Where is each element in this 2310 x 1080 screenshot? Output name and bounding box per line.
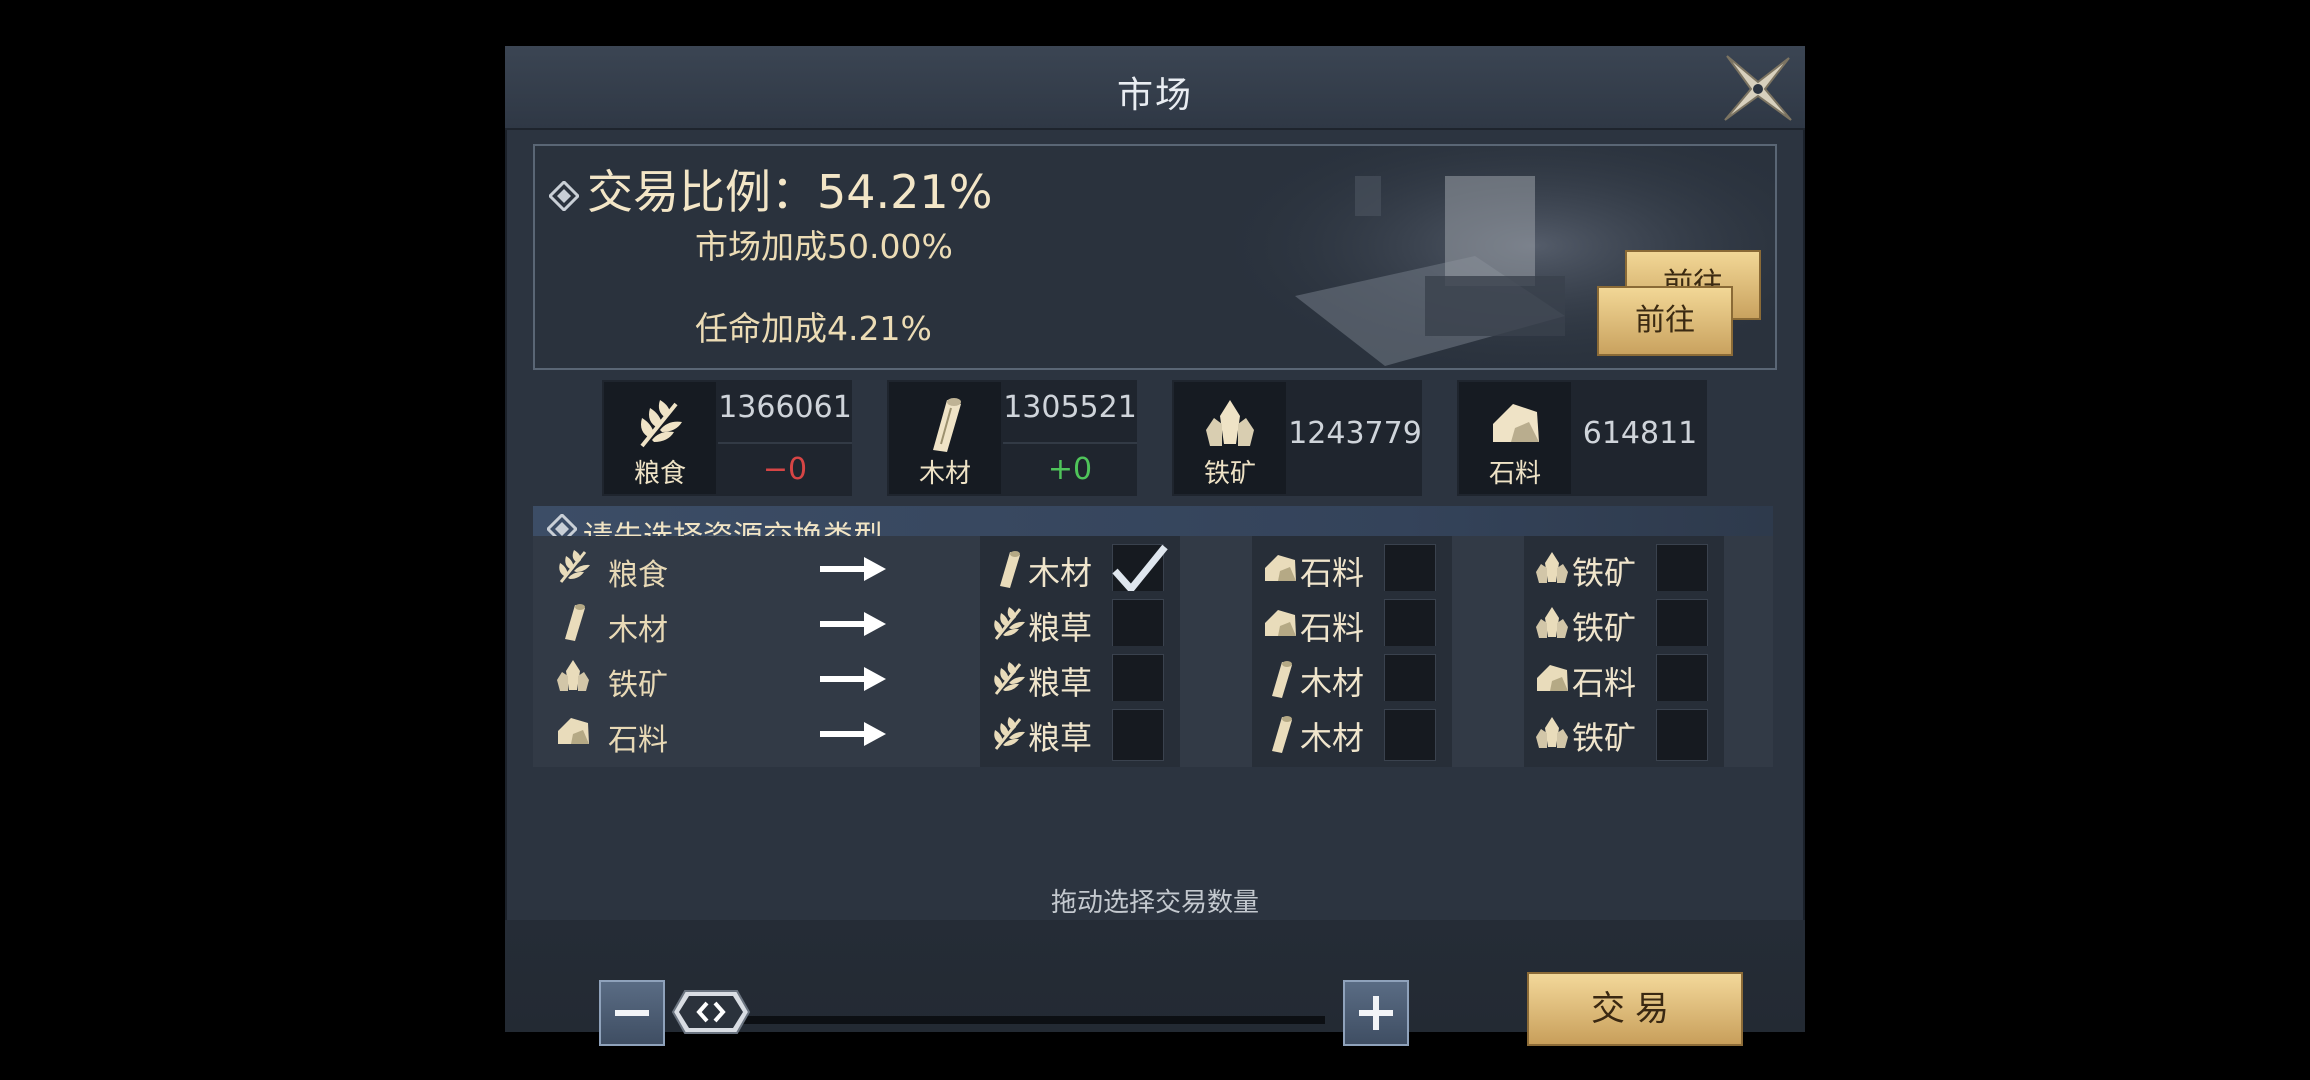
window-title: 市场 [1116,75,1193,116]
option-checkbox[interactable] [1656,654,1708,706]
trade-ratio: 交易比例：54.21% [549,156,992,222]
wood-icon [1000,551,1020,588]
resource-card-wood: 木材 1305521 +0 [887,380,1137,496]
diamond-icon [549,180,579,211]
trade-ratio-box: 交易比例：54.21% 市场加成50.00% 任命加成4.21% 前往 [533,144,1777,370]
source-label: 铁矿 [608,668,668,703]
quantity-hint: 拖动选择交易数量 [1050,888,1259,918]
source-resource [553,711,593,755]
stone-icon [558,718,589,744]
market-bonus: 市场加成50.00% [695,227,953,266]
close-icon [1724,55,1792,121]
option-checkbox[interactable] [1656,599,1708,651]
grain-icon [994,717,1025,750]
option-checkbox[interactable] [1112,654,1164,706]
option-label: 粮草 [1028,609,1093,647]
option-checkbox[interactable] [1656,544,1708,596]
source-label: 石料 [608,723,668,758]
grain-icon [994,662,1025,695]
option-label: 木材 [1028,554,1093,592]
option-label: 木材 [1300,664,1365,702]
grain-icon [640,400,682,448]
option-label: 铁矿 [1572,719,1637,757]
iron-icon [1206,400,1254,446]
resource-amount: 1305521 [1003,390,1137,425]
arrow-right-icon [820,722,886,746]
stone-icon [1265,610,1296,636]
trade-button[interactable]: 交易 [1527,972,1743,1046]
exchange-option[interactable]: 铁矿 [1524,701,1724,767]
trade-ratio-text: 交易比例：54.21% [587,165,993,219]
source-resource [553,656,593,700]
exchange-row: 石料 粮草 木材 铁矿 [533,701,1773,767]
option-label: 石料 [1572,664,1637,702]
option-checkbox[interactable] [1112,599,1164,651]
plus-icon [1359,996,1393,1030]
resource-name: 石料 [1488,459,1541,489]
iron-icon [1536,552,1568,583]
resource-amount: 614811 [1582,416,1698,451]
resource-name: 木材 [918,459,971,489]
wood-icon [1272,716,1292,753]
iron-icon [1536,717,1568,748]
option-label: 石料 [1300,554,1365,592]
decrease-button[interactable] [599,980,665,1046]
resource-delta: +0 [1003,442,1137,487]
arrow-right-icon [820,612,886,636]
resource-name: 粮食 [633,459,686,489]
source-label: 木材 [608,613,668,648]
grain-icon [994,607,1025,640]
quantity-slider-track[interactable] [685,1016,1325,1024]
option-checkbox[interactable] [1384,654,1436,706]
source-resource [553,601,593,645]
minus-icon [615,1010,649,1016]
quantity-slider-handle[interactable] [671,989,751,1035]
resource-card-iron: 铁矿 1243779 [1172,380,1422,496]
wood-icon [1272,661,1292,698]
market-panel: 市场 交易比例：54.21% 市场加成50.00% 任命加成4.21% 前往 前… [505,46,1805,1046]
option-label: 粮草 [1028,719,1093,757]
option-label: 铁矿 [1572,554,1637,592]
stone-icon [1493,404,1539,442]
resource-delta: −0 [718,442,852,487]
option-checkbox[interactable] [1384,709,1436,761]
exchange-option[interactable]: 粮草 [980,701,1180,767]
source-resource [553,546,593,590]
option-checkbox[interactable] [1384,599,1436,651]
resource-card-grain: 粮食 1366061 −0 [602,380,852,496]
go-button-appoint[interactable]: 前往 [1597,286,1733,356]
iron-icon [557,660,589,691]
option-checkbox[interactable] [1656,709,1708,761]
arrow-right-icon [820,557,886,581]
wood-icon [933,398,961,452]
resource-amount: 1243779 [1288,416,1422,451]
trade-controls: 交易 [505,920,1805,1046]
stone-icon [1265,555,1296,581]
appoint-bonus: 任命加成4.21% [695,309,932,348]
increase-button[interactable] [1343,980,1409,1046]
exchange-option[interactable]: 木材 [1252,701,1452,767]
title-bar: 市场 [505,46,1805,130]
resource-card-stone: 石料 614811 [1457,380,1707,496]
wood-icon [565,604,585,641]
option-checkbox[interactable] [1384,544,1436,596]
source-label: 粮食 [608,558,668,593]
resource-amount: 1366061 [718,390,852,425]
option-label: 木材 [1300,719,1365,757]
option-label: 粮草 [1028,664,1093,702]
close-button[interactable] [1721,52,1795,126]
slider-handle-icon [671,990,751,1034]
option-checkbox[interactable] [1112,709,1164,761]
option-checkbox[interactable] [1112,544,1168,596]
option-label: 石料 [1300,609,1365,647]
stone-icon [1537,665,1568,691]
arrow-right-icon [820,667,886,691]
resource-name: 铁矿 [1203,459,1256,489]
option-label: 铁矿 [1572,609,1637,647]
grain-icon [559,550,590,583]
iron-icon [1536,607,1568,638]
